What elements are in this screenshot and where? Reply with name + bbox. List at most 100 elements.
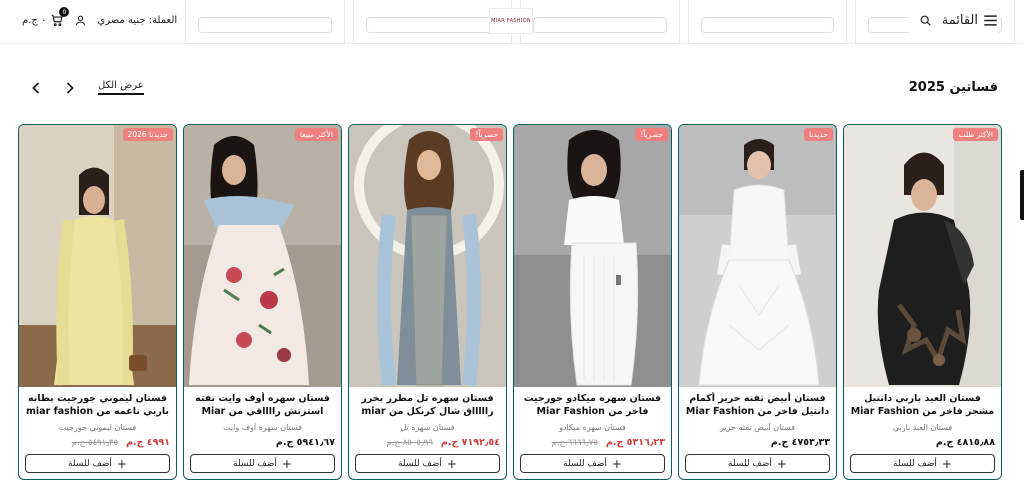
plus-icon: + [281, 456, 292, 471]
product-image[interactable]: جديدنا 2026 [19, 125, 176, 387]
product-title[interactable]: فستان سهره تل مطرز بخرز راااااق شال كرنك… [355, 392, 500, 419]
product-price: ٤٩٩١ ج.م [126, 437, 170, 448]
cart-button[interactable]: ٠ ج.م 0 [22, 7, 70, 27]
header-menu: القائمة [908, 0, 998, 40]
side-scroll-tab[interactable] [1020, 170, 1024, 220]
product-carousel: الأكثر طلب فستان العيد باربي دانتيل مشجر… [18, 124, 1002, 480]
plus-icon: + [776, 456, 787, 471]
add-to-cart-button[interactable]: + أضف للسلة [190, 454, 335, 473]
product-subtitle: فستان أبيض تفته حرير [720, 423, 795, 432]
carousel-next-button[interactable] [63, 80, 77, 96]
product-badge: حصرياً! [635, 128, 668, 141]
product-subtitle: فستان العيد باربي [892, 423, 953, 432]
product-badge: جديدنا 2026 [122, 128, 173, 141]
cart-icon: 0 [50, 7, 70, 27]
product-price: ٥٩٤١٫٦٧ ج.م [275, 437, 335, 448]
page: ٠ ج.م 0 العملة: جنيه مصري MIAR FASHION ا… [0, 0, 1024, 500]
price-row: ٧١٩٢٫٥٤ ج.م ٨٥٠٥٫٩٦ ج.م [355, 437, 500, 450]
product-old-price: ٦٦٦٦٫٧٥ ج.م [551, 438, 598, 448]
chevron-left-icon [32, 82, 40, 94]
add-to-cart-label: أضف للسلة [68, 458, 112, 469]
cart-total: ٠ ج.م [22, 14, 47, 26]
add-to-cart-label: أضف للسلة [233, 458, 277, 469]
add-to-cart-label: أضف للسلة [728, 458, 772, 469]
brand-logo[interactable]: MIAR FASHION [489, 8, 533, 34]
site-header: ٠ ج.م 0 العملة: جنيه مصري MIAR FASHION ا… [0, 0, 1024, 44]
sticky-products-strip [185, 0, 1015, 44]
chevron-right-icon [66, 82, 74, 94]
plus-icon: + [611, 456, 622, 471]
product-card[interactable]: حصرياً! فستان سهره ميكادو جورجيت فاخر من… [513, 124, 672, 480]
product-info: فستان سهره أوف وايت تفته استرتش رااااقي … [184, 387, 341, 450]
product-subtitle: فستان سهره تل [400, 423, 455, 432]
strip-card [687, 0, 848, 44]
add-to-cart-label: أضف للسلة [563, 458, 607, 469]
product-card[interactable]: جديدنا 2026 فستان ليموني جورجيت بطانه با… [18, 124, 177, 480]
product-image[interactable]: الأكثر طلب [844, 125, 1001, 387]
product-card[interactable]: جديدنا فستان أبيض تفته حرير أكمام دانتيل… [678, 124, 837, 480]
product-image[interactable]: حصرياً! [349, 125, 506, 387]
carousel-prev-button[interactable] [29, 80, 43, 96]
product-image[interactable]: الأكثر مبيعا [184, 125, 341, 387]
view-all-link[interactable]: عرض الكل [98, 80, 144, 95]
strip-add-button [198, 17, 332, 33]
add-to-cart-button[interactable]: + أضف للسلة [25, 454, 170, 473]
product-card[interactable]: الأكثر مبيعا فستان سهره أوف وايت تفته اس… [183, 124, 342, 480]
search-icon[interactable] [919, 14, 932, 27]
add-to-cart-button[interactable]: + أضف للسلة [520, 454, 665, 473]
product-badge: الأكثر طلب [953, 128, 998, 141]
product-subtitle: فستان ليموني جورجيت [58, 423, 137, 432]
section-title: فساتين 2025 [908, 80, 998, 95]
product-old-price: ٥٤٩١٫٣٥ ج.م [71, 438, 119, 448]
product-info: فستان العيد باربي دانتيل مشجر فاخر من Mi… [844, 387, 1001, 450]
price-row: ٤٧٥٣٫٣٣ ج.م [685, 437, 830, 450]
product-title[interactable]: فستان أبيض تفته حرير أكمام دانتيل فاخر م… [685, 392, 830, 419]
product-card[interactable]: الأكثر طلب فستان العيد باربي دانتيل مشجر… [843, 124, 1002, 480]
product-subtitle: فستان سهره ميكادو [559, 423, 626, 432]
product-badge: جديدنا [804, 128, 833, 141]
price-row: ٥٩٤١٫٦٧ ج.م [190, 437, 335, 450]
product-price: ٤٨١٥٫٨٨ ج.م [935, 437, 995, 448]
price-row: ٥٣١٦٫٢٣ ج.م ٦٦٦٦٫٧٥ ج.م [520, 437, 665, 450]
product-title[interactable]: فستان سهره أوف وايت تفته استرتش رااااقي … [190, 392, 335, 419]
product-image[interactable]: حصرياً! [514, 125, 671, 387]
menu-button[interactable]: القائمة [942, 13, 998, 28]
product-subtitle: فستان سهره أوف وايت [223, 423, 302, 432]
product-price: ٥٣١٦٫٢٣ ج.م [605, 437, 665, 448]
strip-card [185, 0, 345, 44]
product-badge: حصرياً! [470, 128, 503, 141]
add-to-cart-button[interactable]: + أضف للسلة [850, 454, 995, 473]
header-tools: ٠ ج.م 0 العملة: جنيه مصري [22, 0, 186, 40]
plus-icon: + [941, 456, 952, 471]
product-title[interactable]: فستان العيد باربي دانتيل مشجر فاخر من Mi… [850, 392, 995, 419]
account-icon[interactable] [74, 14, 87, 27]
currency-selector[interactable]: العملة: جنيه مصري [97, 15, 177, 26]
product-price: ٤٧٥٣٫٣٣ ج.م [770, 437, 830, 448]
price-row: ٤٨١٥٫٨٨ ج.م [850, 437, 995, 450]
hamburger-icon [983, 14, 998, 27]
product-title[interactable]: فستان ليموني جورجيت بطانه باربي ناعمه من… [25, 392, 170, 419]
cart-count-badge: 0 [59, 7, 70, 17]
logo-text: MIAR FASHION [491, 18, 531, 24]
product-image[interactable]: جديدنا [679, 125, 836, 387]
product-old-price: ٨٥٠٥٫٩٦ ج.م [386, 438, 433, 448]
product-badge: الأكثر مبيعا [294, 128, 338, 141]
strip-add-button [700, 17, 835, 33]
product-info: فستان سهره تل مطرز بخرز راااااق شال كرنك… [349, 387, 506, 450]
plus-icon: + [116, 456, 127, 471]
add-to-cart-label: أضف للسلة [398, 458, 442, 469]
product-info: فستان أبيض تفته حرير أكمام دانتيل فاخر م… [679, 387, 836, 450]
price-row: ٤٩٩١ ج.م ٥٤٩١٫٣٥ ج.م [25, 437, 170, 450]
product-price: ٧١٩٢٫٥٤ ج.م [440, 437, 500, 448]
product-title[interactable]: فستان سهره ميكادو جورجيت فاخر من Miar Fa… [520, 392, 665, 419]
menu-label: القائمة [941, 12, 978, 28]
strip-add-button [533, 17, 667, 33]
product-info: فستان ليموني جورجيت بطانه باربي ناعمه من… [19, 387, 176, 450]
product-info: فستان سهره ميكادو جورجيت فاخر من Miar Fa… [514, 387, 671, 450]
strip-card [520, 0, 680, 44]
plus-icon: + [446, 456, 457, 471]
add-to-cart-button[interactable]: + أضف للسلة [355, 454, 500, 473]
add-to-cart-button[interactable]: + أضف للسلة [685, 454, 830, 473]
product-card[interactable]: حصرياً! فستان سهره تل مطرز بخرز راااااق … [348, 124, 507, 480]
add-to-cart-label: أضف للسلة [893, 458, 937, 469]
